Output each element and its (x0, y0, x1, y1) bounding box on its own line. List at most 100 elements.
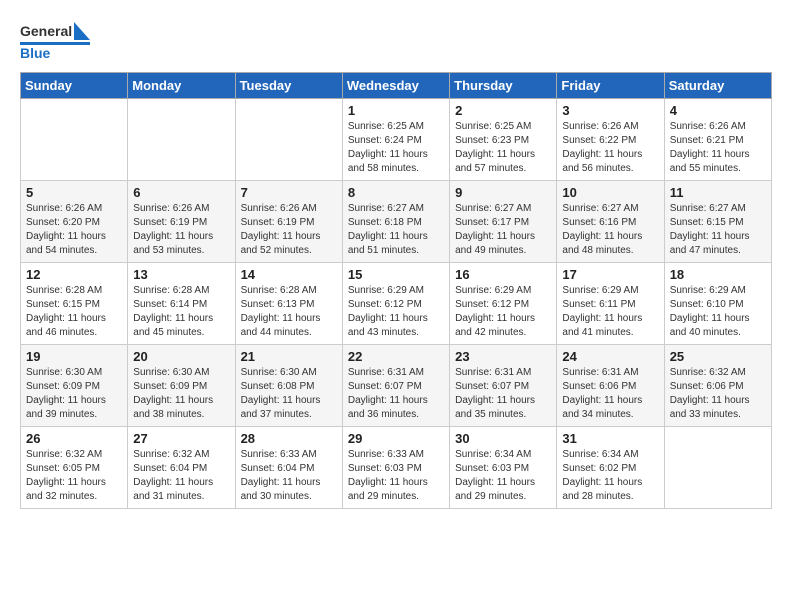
calendar-cell: 23Sunrise: 6:31 AMSunset: 6:07 PMDayligh… (450, 345, 557, 427)
week-row-3: 12Sunrise: 6:28 AMSunset: 6:15 PMDayligh… (21, 263, 772, 345)
day-number: 14 (241, 267, 337, 282)
day-number: 1 (348, 103, 444, 118)
calendar-cell: 25Sunrise: 6:32 AMSunset: 6:06 PMDayligh… (664, 345, 771, 427)
day-number: 23 (455, 349, 551, 364)
day-number: 30 (455, 431, 551, 446)
calendar-table: SundayMondayTuesdayWednesdayThursdayFrid… (20, 72, 772, 509)
day-number: 29 (348, 431, 444, 446)
day-info: Sunrise: 6:30 AMSunset: 6:09 PMDaylight:… (26, 367, 106, 420)
day-info: Sunrise: 6:30 AMSunset: 6:09 PMDaylight:… (133, 367, 213, 420)
day-number: 21 (241, 349, 337, 364)
calendar-cell: 19 Sunrise: 6:30 AMSunset: 6:09 PMDayligh… (21, 345, 128, 427)
day-number: 24 (562, 349, 658, 364)
calendar-cell: 31 Sunrise: 6:34 AMSunset: 6:02 PMDayligh… (557, 427, 664, 509)
logo: General Blue (20, 18, 90, 62)
calendar-cell: 5Sunrise: 6:26 AMSunset: 6:20 PMDaylight… (21, 181, 128, 263)
day-info: Sunrise: 6:33 AMSunset: 6:04 PMDaylight:… (241, 449, 321, 502)
weekday-header-row: SundayMondayTuesdayWednesdayThursdayFrid… (21, 73, 772, 99)
week-row-1: 1 Sunrise: 6:25 AMSunset: 6:24 PMDaylight… (21, 99, 772, 181)
day-info: Sunrise: 6:29 AMSunset: 6:11 PMDaylight:… (562, 285, 642, 338)
day-info: Sunrise: 6:33 AMSunset: 6:03 PMDaylight:… (348, 449, 428, 502)
day-number: 27 (133, 431, 229, 446)
day-number: 7 (241, 185, 337, 200)
day-number: 8 (348, 185, 444, 200)
day-info: Sunrise: 6:25 AMSunset: 6:23 PMDaylight:… (455, 121, 535, 174)
calendar-cell: 1 Sunrise: 6:25 AMSunset: 6:24 PMDaylight… (342, 99, 449, 181)
calendar-cell: 14 Sunrise: 6:28 AMSunset: 6:13 PMDayligh… (235, 263, 342, 345)
day-info: Sunrise: 6:27 AMSunset: 6:15 PMDaylight:… (670, 203, 750, 256)
svg-text:Blue: Blue (20, 45, 51, 61)
calendar-cell: 24 Sunrise: 6:31 AMSunset: 6:06 PMDayligh… (557, 345, 664, 427)
calendar-cell: 20 Sunrise: 6:30 AMSunset: 6:09 PMDayligh… (128, 345, 235, 427)
day-number: 16 (455, 267, 551, 282)
calendar-cell: 3 Sunrise: 6:26 AMSunset: 6:22 PMDaylight… (557, 99, 664, 181)
day-info: Sunrise: 6:28 AMSunset: 6:14 PMDaylight:… (133, 285, 213, 338)
day-number: 15 (348, 267, 444, 282)
day-info: Sunrise: 6:27 AMSunset: 6:16 PMDaylight:… (562, 203, 642, 256)
svg-text:General: General (20, 23, 72, 39)
calendar-cell: 2 Sunrise: 6:25 AMSunset: 6:23 PMDaylight… (450, 99, 557, 181)
day-info: Sunrise: 6:26 AMSunset: 6:19 PMDaylight:… (241, 203, 321, 256)
day-info: Sunrise: 6:32 AMSunset: 6:06 PMDaylight:… (670, 367, 750, 420)
day-info: Sunrise: 6:29 AMSunset: 6:12 PMDaylight:… (348, 285, 428, 338)
day-info: Sunrise: 6:34 AMSunset: 6:02 PMDaylight:… (562, 449, 642, 502)
day-number: 11 (670, 185, 766, 200)
day-number: 19 (26, 349, 122, 364)
week-row-4: 19 Sunrise: 6:30 AMSunset: 6:09 PMDayligh… (21, 345, 772, 427)
calendar-cell: 27 Sunrise: 6:32 AMSunset: 6:04 PMDayligh… (128, 427, 235, 509)
day-number: 31 (562, 431, 658, 446)
calendar-cell: 30 Sunrise: 6:34 AMSunset: 6:03 PMDayligh… (450, 427, 557, 509)
day-info: Sunrise: 6:31 AMSunset: 6:06 PMDaylight:… (562, 367, 642, 420)
day-info: Sunrise: 6:30 AMSunset: 6:08 PMDaylight:… (241, 367, 321, 420)
calendar-cell: 15 Sunrise: 6:29 AMSunset: 6:12 PMDayligh… (342, 263, 449, 345)
weekday-sunday: Sunday (21, 73, 128, 99)
day-number: 4 (670, 103, 766, 118)
day-number: 2 (455, 103, 551, 118)
day-info: Sunrise: 6:26 AMSunset: 6:21 PMDaylight:… (670, 121, 750, 174)
week-row-2: 5Sunrise: 6:26 AMSunset: 6:20 PMDaylight… (21, 181, 772, 263)
day-info: Sunrise: 6:26 AMSunset: 6:22 PMDaylight:… (562, 121, 642, 174)
weekday-monday: Monday (128, 73, 235, 99)
day-info: Sunrise: 6:29 AMSunset: 6:10 PMDaylight:… (670, 285, 750, 338)
calendar-cell (235, 99, 342, 181)
calendar-cell: 21 Sunrise: 6:30 AMSunset: 6:08 PMDayligh… (235, 345, 342, 427)
day-info: Sunrise: 6:29 AMSunset: 6:12 PMDaylight:… (455, 285, 535, 338)
calendar-cell: 13 Sunrise: 6:28 AMSunset: 6:14 PMDayligh… (128, 263, 235, 345)
day-info: Sunrise: 6:28 AMSunset: 6:13 PMDaylight:… (241, 285, 321, 338)
calendar-cell: 18 Sunrise: 6:29 AMSunset: 6:10 PMDayligh… (664, 263, 771, 345)
day-info: Sunrise: 6:26 AMSunset: 6:20 PMDaylight:… (26, 203, 106, 256)
calendar-cell: 11 Sunrise: 6:27 AMSunset: 6:15 PMDayligh… (664, 181, 771, 263)
week-row-5: 26 Sunrise: 6:32 AMSunset: 6:05 PMDayligh… (21, 427, 772, 509)
calendar-cell: 17Sunrise: 6:29 AMSunset: 6:11 PMDayligh… (557, 263, 664, 345)
weekday-friday: Friday (557, 73, 664, 99)
day-info: Sunrise: 6:32 AMSunset: 6:05 PMDaylight:… (26, 449, 106, 502)
day-number: 3 (562, 103, 658, 118)
page: General Blue SundayMondayTuesdayWednesda… (0, 0, 792, 612)
day-number: 10 (562, 185, 658, 200)
day-info: Sunrise: 6:27 AMSunset: 6:17 PMDaylight:… (455, 203, 535, 256)
calendar-cell: 9Sunrise: 6:27 AMSunset: 6:17 PMDaylight… (450, 181, 557, 263)
calendar-cell: 28 Sunrise: 6:33 AMSunset: 6:04 PMDayligh… (235, 427, 342, 509)
day-info: Sunrise: 6:34 AMSunset: 6:03 PMDaylight:… (455, 449, 535, 502)
calendar-cell (21, 99, 128, 181)
day-info: Sunrise: 6:31 AMSunset: 6:07 PMDaylight:… (348, 367, 428, 420)
day-info: Sunrise: 6:25 AMSunset: 6:24 PMDaylight:… (348, 121, 428, 174)
day-number: 18 (670, 267, 766, 282)
day-number: 6 (133, 185, 229, 200)
calendar-cell: 16 Sunrise: 6:29 AMSunset: 6:12 PMDayligh… (450, 263, 557, 345)
day-number: 13 (133, 267, 229, 282)
weekday-thursday: Thursday (450, 73, 557, 99)
day-number: 22 (348, 349, 444, 364)
day-number: 12 (26, 267, 122, 282)
calendar-cell: 26 Sunrise: 6:32 AMSunset: 6:05 PMDayligh… (21, 427, 128, 509)
day-info: Sunrise: 6:26 AMSunset: 6:19 PMDaylight:… (133, 203, 213, 256)
calendar-cell: 22 Sunrise: 6:31 AMSunset: 6:07 PMDayligh… (342, 345, 449, 427)
day-info: Sunrise: 6:32 AMSunset: 6:04 PMDaylight:… (133, 449, 213, 502)
logo-icon: General Blue (20, 18, 90, 62)
day-number: 20 (133, 349, 229, 364)
weekday-saturday: Saturday (664, 73, 771, 99)
calendar-cell: 6 Sunrise: 6:26 AMSunset: 6:19 PMDaylight… (128, 181, 235, 263)
day-number: 28 (241, 431, 337, 446)
calendar-cell: 7 Sunrise: 6:26 AMSunset: 6:19 PMDaylight… (235, 181, 342, 263)
day-number: 26 (26, 431, 122, 446)
